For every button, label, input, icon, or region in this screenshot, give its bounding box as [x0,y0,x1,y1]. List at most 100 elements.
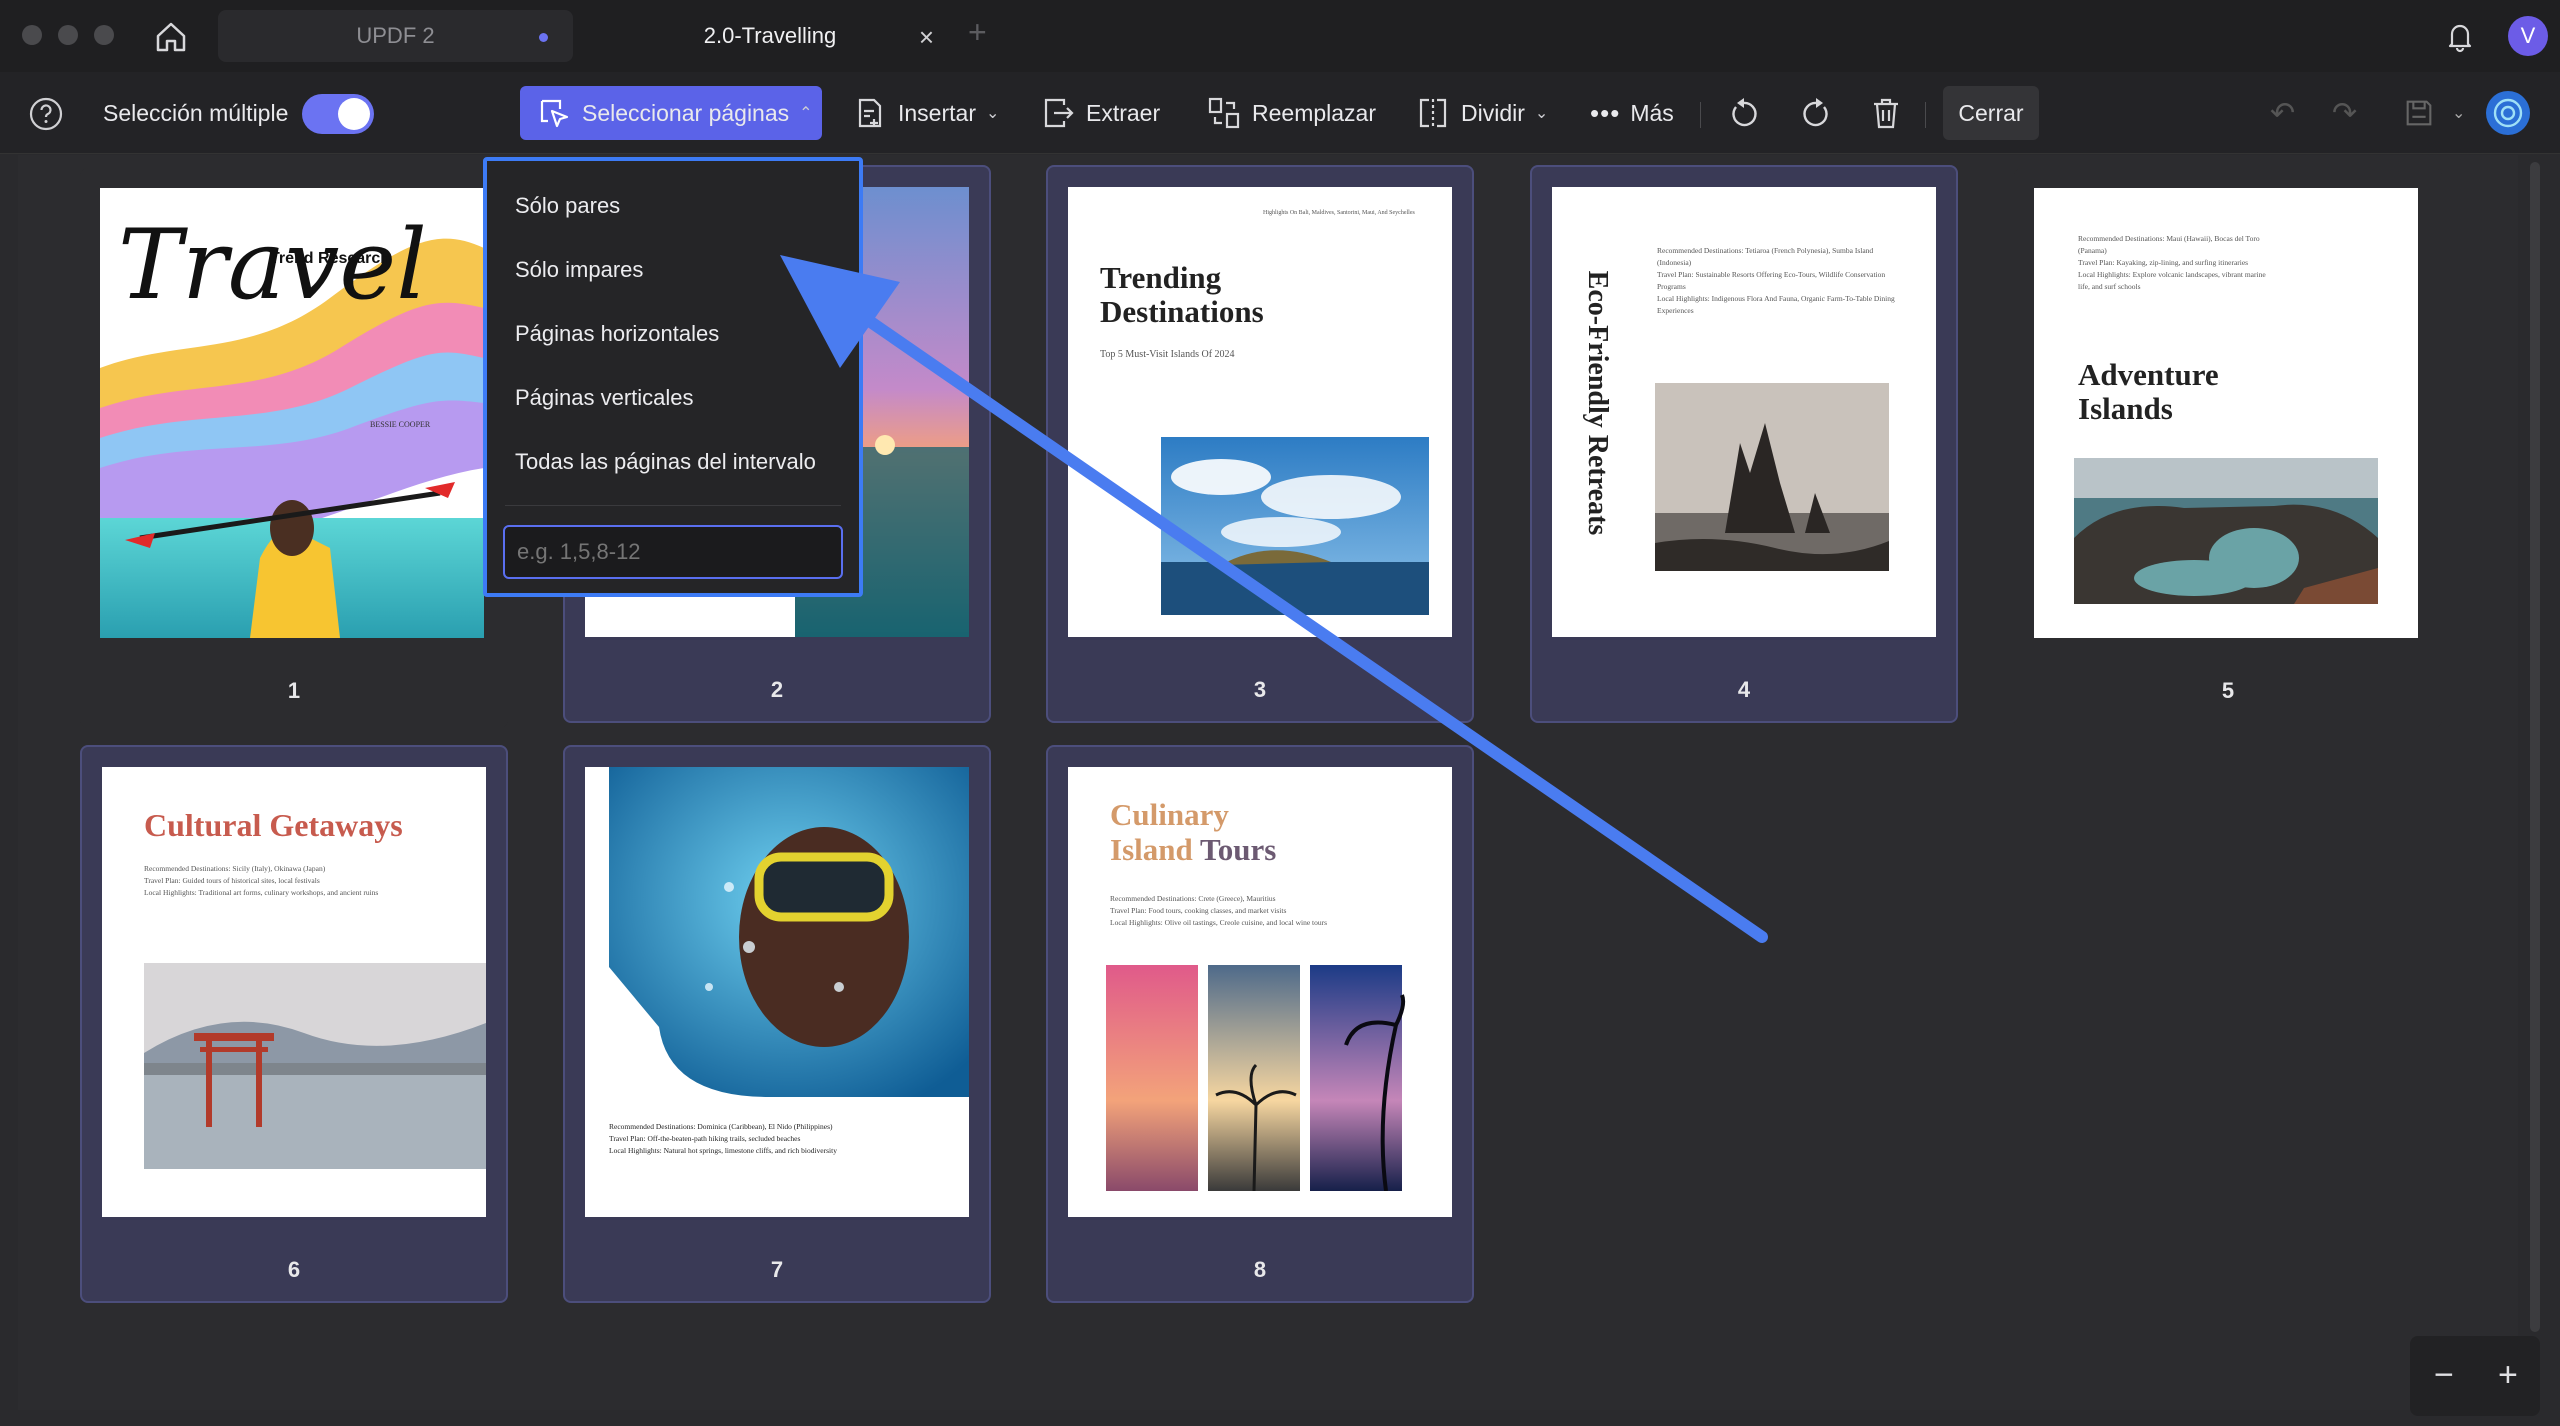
extract-button[interactable]: Extraer [1040,86,1160,140]
page-number: 8 [1253,1257,1267,1282]
bell-icon[interactable] [2442,18,2478,54]
select-pages-button[interactable]: Seleccionar páginas ⌃ [520,86,822,140]
split-label: Dividir [1461,99,1525,126]
page-number: 5 [2221,678,2235,703]
tab-label: UPDF 2 [356,23,435,48]
select-pages-dropdown: Sólo pares Sólo impares Páginas horizont… [483,157,863,597]
page-grid: Travel Trend Research BESSIE COOPER 1 2 … [18,155,2518,1410]
page-title: Eco-Friendly Retreats [1582,270,1613,536]
tab-label: 2.0-Travelling [703,23,837,48]
home-icon[interactable] [150,16,192,58]
unsaved-dot-icon [539,33,548,42]
page-body: Recommended Destinations: Dominica (Cari… [609,1122,837,1155]
zoom-controls: − + [2410,1336,2540,1416]
split-button[interactable]: Dividir ⌄ [1415,86,1548,140]
extract-label: Extraer [1086,99,1161,126]
page-thumbnail: Recommended Destinations: Dominica (Cari… [585,767,969,1217]
cover-subtitle: Trend Research [270,250,391,267]
split-icon [1419,98,1447,128]
zoom-out-icon[interactable]: − [2434,1356,2454,1395]
page-title: Trending Destinations [1100,260,1264,329]
page-card-5[interactable]: Recommended Destinations: Maui (Hawaii),… [2014,168,2442,728]
redo-icon[interactable]: ↷ [2332,86,2357,140]
page-thumbnail: Eco-Friendly Retreats Recommended Destin… [1552,187,1936,637]
rotate-left-icon[interactable] [1726,86,1762,140]
sea-stacks-photo [1655,383,1889,571]
replace-icon [1208,97,1240,129]
page-body: Recommended Destinations: Sicily (Italy)… [144,864,379,897]
app-window: UPDF 2 2.0-Travelling × + V Selección mú… [0,0,2560,1426]
torii-gate-photo [144,963,486,1169]
zoom-in-icon[interactable]: + [2498,1356,2518,1395]
island-photo [1161,437,1429,615]
sunset-triptych-photo [1106,965,1406,1191]
close-window-button[interactable] [22,25,42,45]
menu-divider [505,505,841,506]
page-card-3[interactable]: Highlights On Bali, Maldives, Santorini,… [1046,165,1474,723]
save-icon[interactable] [2402,86,2436,140]
page-card-4[interactable]: Eco-Friendly Retreats Recommended Destin… [1530,165,1958,723]
menu-item-portrait-pages[interactable]: Páginas verticales [515,385,694,411]
page-title: Cultural Getaways [144,807,403,843]
menu-item-all-pages-in-range[interactable]: Todas las páginas del intervalo [515,449,816,475]
tab-updf2[interactable]: UPDF 2 [218,10,573,62]
page-title: Adventure Islands [2078,357,2219,426]
page-number: 7 [770,1257,784,1282]
insert-label: Insertar [898,99,976,126]
page-number: 1 [287,678,301,703]
replace-label: Reemplazar [1252,99,1376,126]
rock-arch-photo [2074,458,2378,604]
page-title-tours: Tours [1199,832,1277,867]
page-card-7[interactable]: Recommended Destinations: Dominica (Cari… [563,745,991,1303]
page-thumbnail: Highlights On Bali, Maldives, Santorini,… [1068,187,1452,637]
ai-assistant-icon[interactable] [2486,91,2530,135]
page-thumbnail: Travel Trend Research BESSIE COOPER [100,188,484,638]
insert-page-icon [858,98,882,128]
more-button[interactable]: ••• Más [1590,86,1674,140]
page-thumbnail: Cultural Getaways Recommended Destinatio… [102,767,486,1217]
select-cursor-icon [540,99,569,128]
multi-select-label: Selección múltiple [103,99,289,126]
page-body: Recommended Destinations: Tetiaroa (Fren… [1657,246,1895,315]
more-label: Más [1630,99,1674,126]
help-icon[interactable] [28,96,64,132]
avatar[interactable]: V [2508,16,2548,56]
rotate-right-icon[interactable] [1798,86,1834,140]
scrollbar[interactable] [2530,162,2540,1332]
page-body: Recommended Destinations: Maui (Hawaii),… [2078,234,2266,291]
menu-item-odd-pages[interactable]: Sólo impares [515,257,643,283]
page-number: 4 [1737,677,1751,702]
minimize-window-button[interactable] [58,25,78,45]
page-title-line1: Culinary [1110,797,1229,832]
page-title-line2: Island Tours [1110,832,1276,867]
page-thumbnail: Culinary Island Tours Recommended Destin… [1068,767,1452,1217]
chevron-down-icon: ⌄ [985,105,1000,122]
multi-select-toggle[interactable] [302,94,374,134]
zoom-window-button[interactable] [94,25,114,45]
page-card-8[interactable]: Culinary Island Tours Recommended Destin… [1046,745,1474,1303]
toolbar-divider [1700,102,1701,128]
page-number: 6 [287,1257,301,1282]
toolbar-divider [1925,102,1926,128]
menu-item-even-pages[interactable]: Sólo pares [515,193,620,219]
diver-photo [609,767,969,1097]
new-tab-icon[interactable]: + [968,14,987,51]
close-button[interactable]: Cerrar [1943,86,2039,140]
undo-icon[interactable]: ↶ [2270,86,2295,140]
trash-icon[interactable] [1868,86,1904,140]
toolbar: Selección múltiple Seleccionar páginas ⌃… [0,72,2560,154]
page-body: Recommended Destinations: Crete (Greece)… [1110,894,1328,927]
more-dots-icon: ••• [1590,97,1621,128]
menu-item-landscape-pages[interactable]: Páginas horizontales [515,321,719,347]
page-card-6[interactable]: Cultural Getaways Recommended Destinatio… [80,745,508,1303]
replace-button[interactable]: Reemplazar [1206,86,1376,140]
close-tab-icon[interactable]: × [919,22,934,53]
chevron-down-icon[interactable]: ⌄ [2452,86,2465,140]
page-subtitle: Top 5 Must-Visit Islands Of 2024 [1100,349,1235,360]
tab-travelling[interactable]: 2.0-Travelling × [590,10,950,62]
page-card-1[interactable]: Travel Trend Research BESSIE COOPER 1 [80,168,508,728]
page-range-input[interactable] [503,525,843,579]
chevron-down-icon: ⌄ [1534,105,1549,122]
insert-button[interactable]: Insertar ⌄ [852,86,999,140]
page-number: 3 [1253,677,1267,702]
